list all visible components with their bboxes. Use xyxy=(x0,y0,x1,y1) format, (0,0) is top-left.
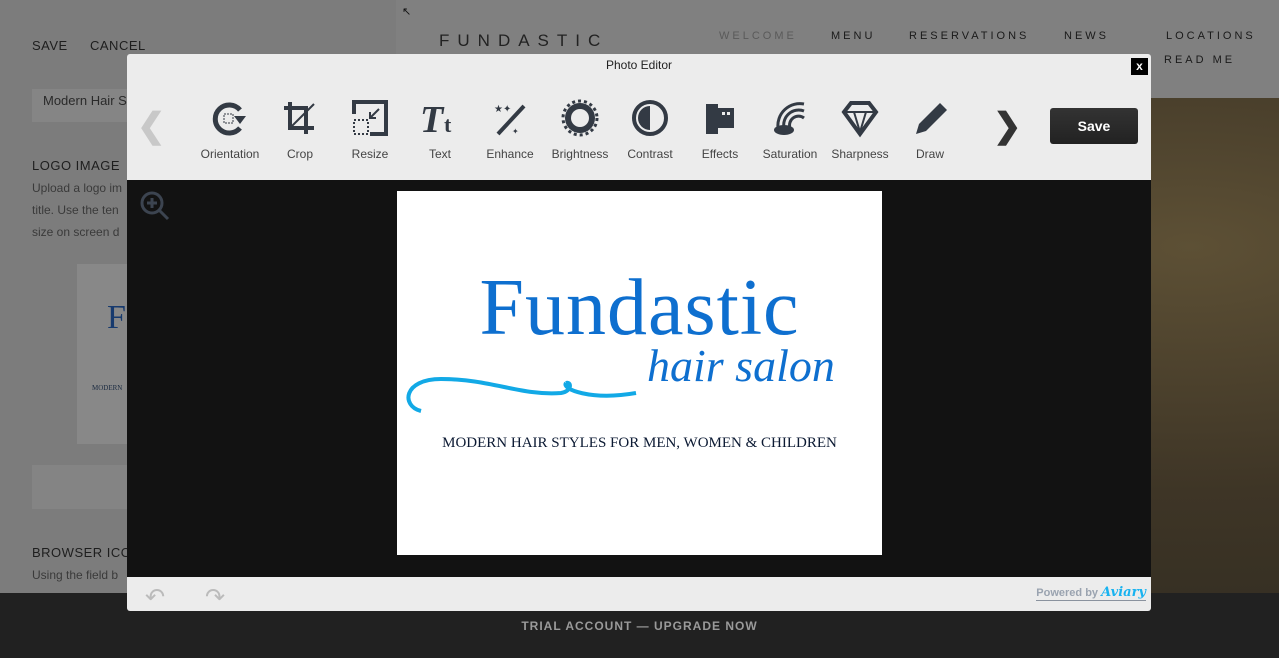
thumb-tagline: MODERN xyxy=(92,384,123,392)
rotate-icon xyxy=(212,102,246,136)
tool-effects[interactable]: Effects xyxy=(685,98,755,161)
trial-text[interactable]: TRIAL ACCOUNT — UPGRADE NOW xyxy=(521,619,757,633)
tool-orientation[interactable]: Orientation xyxy=(195,98,265,161)
svg-text:★✦: ★✦ xyxy=(494,104,511,115)
tool-label: Enhance xyxy=(486,147,534,161)
tool-label: Saturation xyxy=(762,147,818,161)
tool-draw[interactable]: Draw xyxy=(895,98,965,161)
logo-image[interactable]: Fundastic hair salon MODERN HAIR STYLES … xyxy=(397,191,882,555)
powered-by-text: Powered by xyxy=(1036,587,1099,599)
tool-enhance[interactable]: ★✦ ✦ Enhance xyxy=(475,98,545,161)
tool-crop[interactable]: Crop xyxy=(265,98,335,161)
aviary-logo: Aviary xyxy=(1101,585,1146,600)
nav-reservations[interactable]: RESERVATIONS xyxy=(909,30,1029,42)
sun-icon xyxy=(561,99,599,137)
nav-news[interactable]: NEWS xyxy=(1064,30,1109,42)
nav-menu[interactable]: MENU xyxy=(831,30,875,42)
rainbow-icon xyxy=(774,102,805,135)
swirl-decoration xyxy=(406,376,637,413)
tool-contrast[interactable]: Contrast xyxy=(615,98,685,161)
text-icon: Tt xyxy=(420,99,452,138)
cancel-link[interactable]: CANCEL xyxy=(90,38,146,53)
logo-tagline: MODERN HAIR STYLES FOR MEN, WOMEN & CHIL… xyxy=(442,435,837,451)
pencil-icon xyxy=(916,103,947,134)
tool-text[interactable]: Tt Text xyxy=(405,98,475,161)
svg-text:✦: ✦ xyxy=(512,127,519,136)
browser-icon-heading: BROWSER ICO xyxy=(32,545,132,560)
powered-by-aviary-link[interactable]: Powered by Aviary xyxy=(1036,585,1146,601)
next-tools-arrow-icon[interactable]: ❯ xyxy=(993,106,1022,146)
site-brand[interactable]: FUNDASTIC xyxy=(439,31,608,51)
close-button[interactable]: x xyxy=(1131,58,1148,75)
tool-label: Brightness xyxy=(551,147,609,161)
tool-label: Sharpness xyxy=(831,147,889,161)
tool-label: Draw xyxy=(915,147,944,161)
film-icon xyxy=(706,104,734,134)
tool-label: Crop xyxy=(286,147,313,161)
logo-subtitle: hair salon xyxy=(647,340,835,391)
nav-read-me[interactable]: READ ME xyxy=(1164,54,1235,66)
expand-arrow-icon[interactable]: ↖ xyxy=(402,5,411,18)
crop-icon xyxy=(284,102,315,134)
editor-footer: ↶ ↷ Powered by Aviary xyxy=(127,577,1151,611)
tool-label: Effects xyxy=(701,147,739,161)
tool-saturation[interactable]: Saturation xyxy=(755,98,825,161)
thumb-letter: F xyxy=(107,299,126,336)
diamond-icon xyxy=(841,101,879,138)
logo-description: Upload a logo im title. Use the ten size… xyxy=(32,181,123,239)
save-link[interactable]: SAVE xyxy=(32,38,68,53)
tool-label: Orientation xyxy=(200,147,260,161)
zoom-in-icon[interactable] xyxy=(139,190,171,222)
undo-icon[interactable]: ↶ xyxy=(145,583,165,611)
editor-title: Photo Editor xyxy=(605,58,673,72)
tool-label: Text xyxy=(428,147,451,161)
redo-icon[interactable]: ↷ xyxy=(205,583,225,611)
magic-wand-icon: ★✦ ✦ xyxy=(494,104,526,136)
tool-sharpness[interactable]: Sharpness xyxy=(825,98,895,161)
prev-tools-arrow-icon[interactable]: ❮ xyxy=(137,106,166,146)
save-button[interactable]: Save xyxy=(1050,108,1138,144)
logo-image-heading: LOGO IMAGE xyxy=(32,158,121,173)
nav-welcome[interactable]: WELCOME xyxy=(719,30,797,42)
resize-icon xyxy=(352,100,388,136)
tool-resize[interactable]: Resize xyxy=(335,98,405,161)
image-canvas: Fundastic hair salon MODERN HAIR STYLES … xyxy=(127,180,1151,577)
nav-locations[interactable]: LOCATIONS xyxy=(1166,30,1256,42)
svg-text:T: T xyxy=(420,99,445,138)
contrast-icon xyxy=(632,100,668,136)
tool-label: Contrast xyxy=(627,147,673,161)
tool-label: Resize xyxy=(351,147,389,161)
svg-text:t: t xyxy=(444,112,452,137)
tool-brightness[interactable]: Brightness xyxy=(545,98,615,161)
photo-editor-dialog: Photo Editor x ❮ Orientation Crop Resize… xyxy=(127,54,1151,611)
